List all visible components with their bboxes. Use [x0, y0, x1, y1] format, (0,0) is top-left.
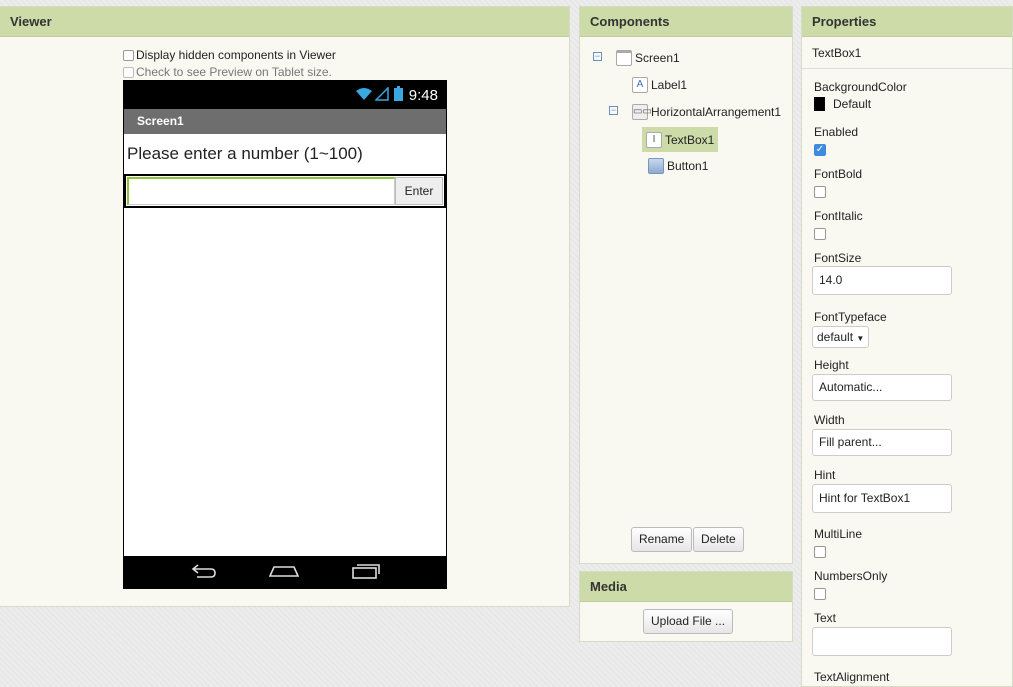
delete-button[interactable]: Delete: [693, 527, 744, 552]
enter-button[interactable]: Enter: [395, 177, 443, 205]
tree-item-button1[interactable]: Button1: [648, 155, 708, 177]
tree-label: Button1: [667, 159, 709, 173]
width-input[interactable]: Fill parent...: [812, 429, 952, 456]
label-icon: A: [632, 77, 648, 93]
fontsize-input[interactable]: 14.0: [812, 266, 952, 295]
viewer-title: Viewer: [0, 7, 569, 37]
signal-icon: [373, 85, 389, 104]
status-time: 9:48: [408, 86, 438, 104]
nav-bar: [124, 556, 446, 588]
numbersonly-label: NumbersOnly: [814, 569, 888, 583]
checkbox-box[interactable]: [123, 49, 134, 61]
fonttypeface-dropdown[interactable]: default ▼: [812, 326, 870, 348]
multiline-label: MultiLine: [814, 527, 863, 541]
backgroundcolor-picker[interactable]: Default: [814, 97, 871, 111]
numbersonly-checkbox[interactable]: [814, 588, 826, 600]
label1-preview[interactable]: Please enter a number (1~100): [124, 134, 446, 174]
media-panel: Media Upload File ...: [579, 571, 793, 642]
height-label: Height: [814, 358, 849, 372]
button-icon: [648, 158, 664, 174]
textbox1-preview[interactable]: [127, 177, 395, 205]
tree-item-screen1[interactable]: Screen1: [616, 47, 680, 69]
media-title: Media: [580, 572, 792, 602]
tablet-preview-label: Check to see Preview on Tablet size.: [136, 65, 332, 79]
rename-button[interactable]: Rename: [631, 527, 693, 552]
caret-down-icon: ▼: [856, 334, 865, 343]
hint-label: Hint: [814, 468, 836, 482]
status-bar: 9:48: [124, 81, 446, 109]
backgroundcolor-value: Default: [833, 97, 872, 111]
multiline-checkbox[interactable]: [814, 546, 826, 558]
checkbox-box[interactable]: [123, 66, 134, 78]
components-title: Components: [580, 7, 792, 37]
screen-title-bar: Screen1: [124, 109, 446, 134]
components-panel: Components − Screen1 A Label1 − ▭▭ Horiz…: [579, 6, 793, 564]
tree-label: Screen1: [635, 51, 680, 65]
wifi-icon: [355, 87, 373, 104]
text-input[interactable]: [812, 627, 952, 656]
arrangement-icon: ▭▭: [632, 104, 652, 120]
home-icon: [268, 563, 300, 582]
fonttypeface-value: default: [817, 330, 854, 344]
upload-file-button[interactable]: Upload File ...: [643, 609, 734, 634]
tablet-preview-checkbox[interactable]: Check to see Preview on Tablet size.: [123, 65, 332, 79]
enabled-checkbox[interactable]: ✓: [814, 144, 826, 156]
properties-title: Properties: [802, 7, 1012, 37]
tree-item-label1[interactable]: A Label1: [632, 74, 687, 96]
fontbold-label: FontBold: [814, 167, 863, 181]
tree-item-textbox1[interactable]: I TextBox1: [642, 127, 719, 152]
width-label: Width: [814, 413, 845, 427]
fontitalic-label: FontItalic: [814, 209, 863, 223]
horizontal-arrangement-preview[interactable]: Enter: [124, 174, 446, 208]
recents-icon: [351, 563, 381, 582]
tree-label: TextBox1: [665, 132, 715, 147]
viewer-panel: Viewer Display hidden components in View…: [0, 6, 570, 607]
tree-label: Label1: [651, 78, 688, 92]
color-swatch: [814, 97, 825, 111]
screen-icon: [616, 50, 632, 66]
tree-item-horizontalarrangement1[interactable]: ▭▭ HorizontalArrangement1: [632, 101, 781, 123]
phone-preview: 9:48 Screen1 Please enter a number (1~10…: [123, 80, 447, 589]
hidden-components-label: Display hidden components in Viewer: [136, 48, 336, 62]
selected-component-name: TextBox1: [802, 37, 1012, 69]
battery-icon: [393, 86, 403, 104]
textbox-icon: I: [646, 131, 662, 148]
collapse-arrangement-icon[interactable]: −: [609, 106, 618, 115]
tree-label: HorizontalArrangement1: [651, 105, 782, 119]
text-label: Text: [814, 611, 837, 625]
height-input[interactable]: Automatic...: [812, 374, 952, 401]
fontsize-label: FontSize: [814, 251, 862, 265]
enabled-label: Enabled: [814, 125, 859, 139]
back-icon: [189, 563, 217, 582]
fonttypeface-label: FontTypeface: [814, 310, 887, 324]
properties-panel: Properties TextBox1 BackgroundColor Defa…: [801, 6, 1013, 687]
hint-input[interactable]: Hint for TextBox1: [812, 484, 952, 513]
textalignment-label: TextAlignment: [814, 670, 890, 684]
fontbold-checkbox[interactable]: [814, 186, 826, 198]
backgroundcolor-label: BackgroundColor: [814, 80, 907, 94]
collapse-screen1-icon[interactable]: −: [593, 52, 602, 61]
hidden-components-checkbox[interactable]: Display hidden components in Viewer: [123, 48, 336, 62]
fontitalic-checkbox[interactable]: [814, 228, 826, 240]
